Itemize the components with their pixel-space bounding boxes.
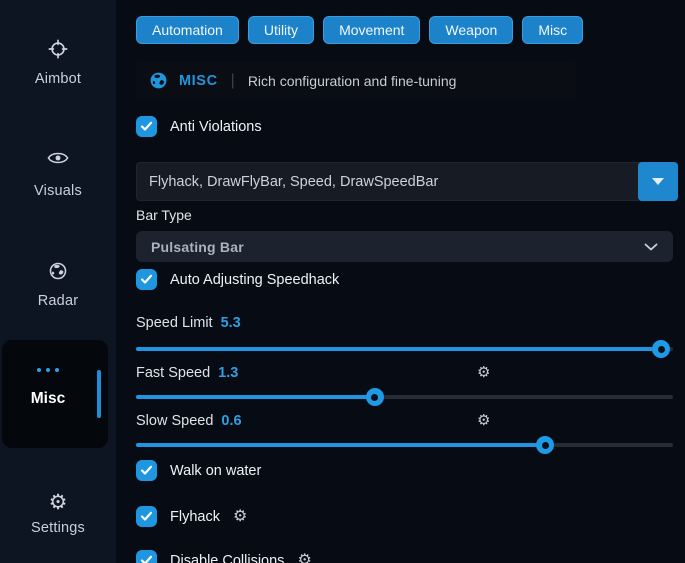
checkbox-row-anti-violations[interactable]: Anti Violations bbox=[136, 116, 262, 137]
slider-label: Fast Speed bbox=[136, 365, 210, 381]
slow-speed-slider[interactable] bbox=[136, 436, 673, 454]
slider-fill bbox=[136, 395, 375, 399]
checkbox-checked-icon[interactable] bbox=[136, 269, 157, 290]
tab-utility[interactable]: Utility bbox=[248, 16, 314, 44]
multiselect-value: Flyhack, DrawFlyBar, Speed, DrawSpeedBar bbox=[137, 174, 438, 190]
bars-multiselect[interactable]: Flyhack, DrawFlyBar, Speed, DrawSpeedBar bbox=[136, 162, 678, 201]
sidebar-item-radar[interactable]: Radar bbox=[0, 260, 116, 309]
bar-type-label: Bar Type bbox=[136, 207, 192, 223]
gear-icon[interactable]: ⚙ bbox=[233, 509, 247, 525]
sidebar-item-label: Aimbot bbox=[0, 71, 116, 87]
bar-type-select[interactable]: Pulsating Bar bbox=[136, 231, 673, 262]
checkbox-label: Anti Violations bbox=[170, 119, 262, 135]
sidebar-item-label: Radar bbox=[0, 293, 116, 309]
fast-speed-slider[interactable] bbox=[136, 388, 673, 406]
category-tabs: Automation Utility Movement Weapon Misc bbox=[136, 16, 583, 44]
slider-knob[interactable] bbox=[652, 340, 670, 358]
slider-label-row: Speed Limit 5.3 bbox=[136, 314, 673, 332]
checkbox-checked-icon[interactable] bbox=[136, 116, 157, 137]
checkbox-row-flyhack[interactable]: Flyhack ⚙ bbox=[136, 506, 247, 527]
tab-misc[interactable]: Misc bbox=[522, 16, 583, 44]
slider-label: Slow Speed bbox=[136, 413, 213, 429]
gear-icon[interactable]: ⚙ bbox=[297, 553, 311, 563]
gear-icon: ⚙ bbox=[49, 492, 68, 514]
chevron-down-icon bbox=[652, 178, 664, 185]
sidebar-item-label: Visuals bbox=[0, 183, 116, 199]
cheat-menu-window: Aimbot Visuals Radar bbox=[0, 0, 685, 563]
slider-label-row: Fast Speed 1.3 ⚙ bbox=[136, 364, 673, 382]
sidebar-item-label: Misc bbox=[2, 390, 94, 408]
sidebar-item-label: Settings bbox=[0, 520, 116, 536]
main-panel: Automation Utility Movement Weapon Misc … bbox=[136, 0, 685, 563]
section-title: MISC bbox=[179, 73, 218, 89]
slider-knob[interactable] bbox=[536, 436, 554, 454]
checkbox-row-disable-collisions[interactable]: Disable Collisions ⚙ bbox=[136, 550, 312, 563]
dropdown-arrow-button[interactable] bbox=[638, 162, 678, 201]
eye-icon bbox=[47, 150, 69, 172]
slider-fill bbox=[136, 443, 545, 447]
slider-value: 1.3 bbox=[218, 365, 238, 381]
chevron-down-icon bbox=[644, 243, 658, 251]
sidebar-item-settings[interactable]: ⚙ Settings bbox=[0, 492, 116, 536]
slider-fill bbox=[136, 347, 661, 351]
tab-movement[interactable]: Movement bbox=[323, 16, 420, 44]
sidebar-item-visuals[interactable]: Visuals bbox=[0, 150, 116, 199]
gear-icon[interactable]: ⚙ bbox=[477, 413, 490, 428]
checkbox-checked-icon[interactable] bbox=[136, 506, 157, 527]
select-value: Pulsating Bar bbox=[151, 239, 244, 255]
tab-weapon[interactable]: Weapon bbox=[429, 16, 513, 44]
section-header: MISC | Rich configuration and fine-tunin… bbox=[136, 62, 576, 99]
slider-knob[interactable] bbox=[366, 388, 384, 406]
sidebar-item-misc[interactable]: Misc bbox=[2, 340, 108, 448]
checkbox-checked-icon[interactable] bbox=[136, 550, 157, 563]
tab-automation[interactable]: Automation bbox=[136, 16, 239, 44]
slider-label-row: Slow Speed 0.6 ⚙ bbox=[136, 412, 673, 430]
crosshair-icon bbox=[47, 38, 69, 60]
sidebar-item-aimbot[interactable]: Aimbot bbox=[0, 38, 116, 87]
header-divider: | bbox=[231, 72, 235, 90]
sidebar: Aimbot Visuals Radar bbox=[0, 0, 116, 563]
gear-icon[interactable]: ⚙ bbox=[477, 365, 490, 380]
active-indicator-bar bbox=[97, 370, 101, 418]
checkbox-row-walk-on-water[interactable]: Walk on water bbox=[136, 460, 261, 481]
checkbox-label: Disable Collisions bbox=[170, 553, 284, 563]
checkbox-checked-icon[interactable] bbox=[136, 460, 157, 481]
ellipsis-icon bbox=[2, 368, 94, 372]
speed-limit-slider[interactable] bbox=[136, 340, 673, 358]
slider-label: Speed Limit bbox=[136, 315, 213, 331]
checkbox-label: Flyhack bbox=[170, 509, 220, 525]
section-subtitle: Rich configuration and fine-tuning bbox=[248, 73, 457, 89]
checkbox-label: Walk on water bbox=[170, 463, 261, 479]
globe-icon bbox=[47, 260, 69, 282]
checkbox-label: Auto Adjusting Speedhack bbox=[170, 272, 339, 288]
slider-value: 5.3 bbox=[221, 315, 241, 331]
checkbox-row-auto-adjusting[interactable]: Auto Adjusting Speedhack bbox=[136, 269, 339, 290]
globe-icon bbox=[149, 71, 168, 90]
slider-value: 0.6 bbox=[221, 413, 241, 429]
